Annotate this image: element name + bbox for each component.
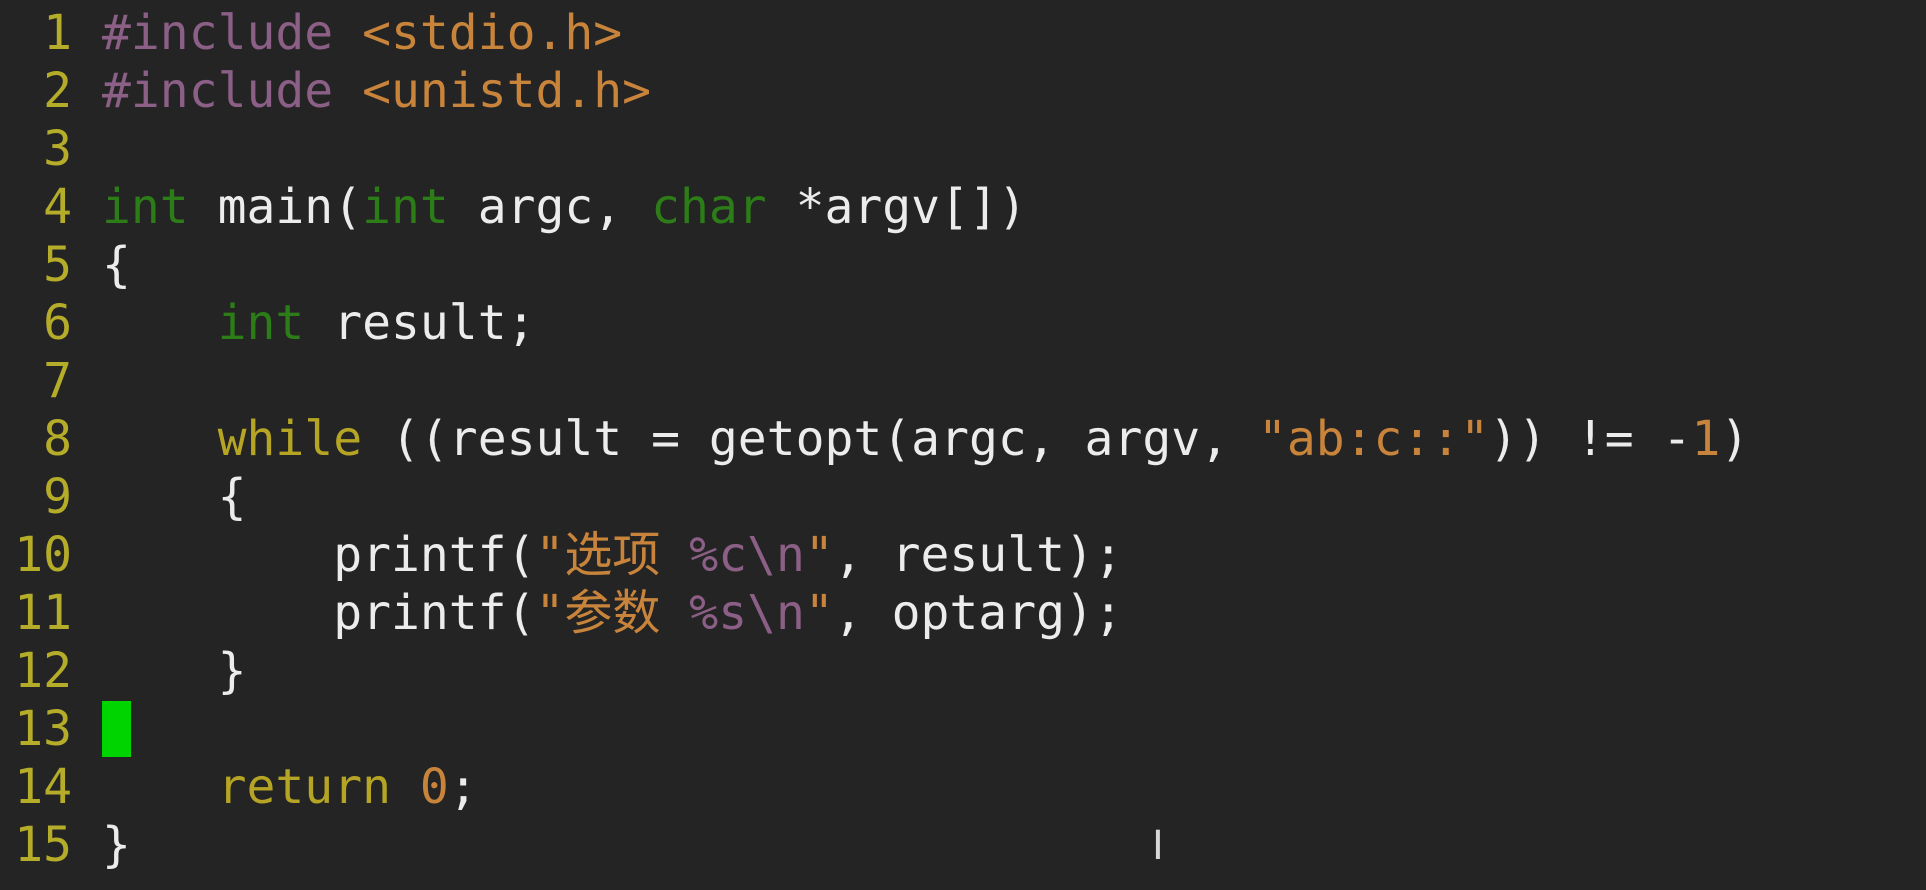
line-content: while ((result = getopt(argc, argv, "ab:… [102,410,1750,468]
code-text: main( [188,179,363,235]
code-line-14[interactable]: 14 return 0; [0,758,1749,816]
code-text: argc, [448,179,652,235]
line-number: 1 [43,5,72,61]
string-literal: "ab:c::" [1257,411,1490,467]
type-keyword: int [217,295,305,351]
line-content: int result; [102,294,536,352]
type-keyword: int [102,179,189,235]
line-number: 3 [43,121,72,177]
code-text: result; [304,295,536,351]
format-specifier: %s\n [689,585,805,641]
string-literal: " [804,527,834,583]
code-line-5[interactable]: 5 { [0,236,1749,294]
control-keyword: return [217,759,391,815]
line-content: return 0; [102,758,478,816]
code-line-8[interactable]: 8 while ((result = getopt(argc, argv, "a… [0,410,1749,468]
line-number: 13 [14,701,72,757]
line-content: } [102,642,247,700]
line-content: printf("参数 %s\n", optarg); [102,584,1123,642]
code-line-6[interactable]: 6 int result; [0,294,1749,352]
string-literal: "选项 [535,527,690,583]
line-number: 7 [43,353,72,409]
line-number: 8 [43,411,72,467]
text-ibeam-icon: I [1152,823,1164,869]
code-line-7[interactable]: 7 [0,352,1749,410]
code-text: { [102,237,131,293]
code-text: ((result = getopt(argc, argv, [362,411,1258,467]
code-text: *argv[]) [766,179,1027,235]
type-keyword: char [651,179,767,235]
preprocessor-directive: #include [102,5,334,61]
line-content: #include <stdio.h> [102,4,622,62]
code-lines: 1 #include <stdio.h> 2 #include <unistd.… [0,4,1749,874]
string-literal: "参数 [535,585,690,641]
code-editor[interactable]: 1 #include <stdio.h> 2 #include <unistd.… [0,0,1926,890]
line-number: 6 [43,295,72,351]
line-number: 14 [14,759,72,815]
line-number: 5 [43,237,72,293]
code-text: , optarg); [833,585,1123,641]
number-literal: 0 [419,759,449,815]
code-text: printf( [102,527,536,583]
line-number: 4 [43,179,72,235]
code-line-13[interactable]: 13 [0,700,1749,758]
line-content: printf("选项 %c\n", result); [102,526,1123,584]
text-cursor [102,701,131,757]
code-text: printf( [102,585,536,641]
code-line-10[interactable]: 10 printf("选项 %c\n", result); [0,526,1749,584]
type-keyword: int [362,179,449,235]
line-content: } [102,816,131,874]
line-number: 2 [43,63,72,119]
code-line-3[interactable]: 3 [0,120,1749,178]
line-content: int main(int argc, char *argv[]) [102,178,1027,236]
code-text: ) [1720,411,1750,467]
code-text: } [102,817,131,873]
line-content: { [102,468,247,526]
string-literal: " [804,585,834,641]
include-path: <stdio.h> [362,5,623,61]
code-line-4[interactable]: 4 int main(int argc, char *argv[]) [0,178,1749,236]
line-number: 10 [14,527,72,583]
code-text: } [102,643,247,699]
code-text: { [102,469,247,525]
code-line-2[interactable]: 2 #include <unistd.h> [0,62,1749,120]
code-line-12[interactable]: 12 } [0,642,1749,700]
line-content: #include <unistd.h> [102,62,651,120]
code-text: )) != - [1489,411,1692,467]
control-keyword: while [217,411,363,467]
line-content: { [102,236,131,294]
code-line-11[interactable]: 11 printf("参数 %s\n", optarg); [0,584,1749,642]
preprocessor-directive: #include [102,63,334,119]
line-number: 15 [14,817,72,873]
format-specifier: %c\n [689,527,805,583]
include-path: <unistd.h> [362,63,652,119]
line-number: 12 [14,643,72,699]
number-literal: 1 [1691,411,1721,467]
code-line-15[interactable]: 15 } [0,816,1749,874]
code-text: ; [448,759,478,815]
code-line-1[interactable]: 1 #include <stdio.h> [0,4,1749,62]
line-content [102,700,131,758]
code-line-9[interactable]: 9 { [0,468,1749,526]
line-number: 9 [43,469,72,525]
code-text: , result); [833,527,1123,583]
line-number: 11 [14,585,72,641]
